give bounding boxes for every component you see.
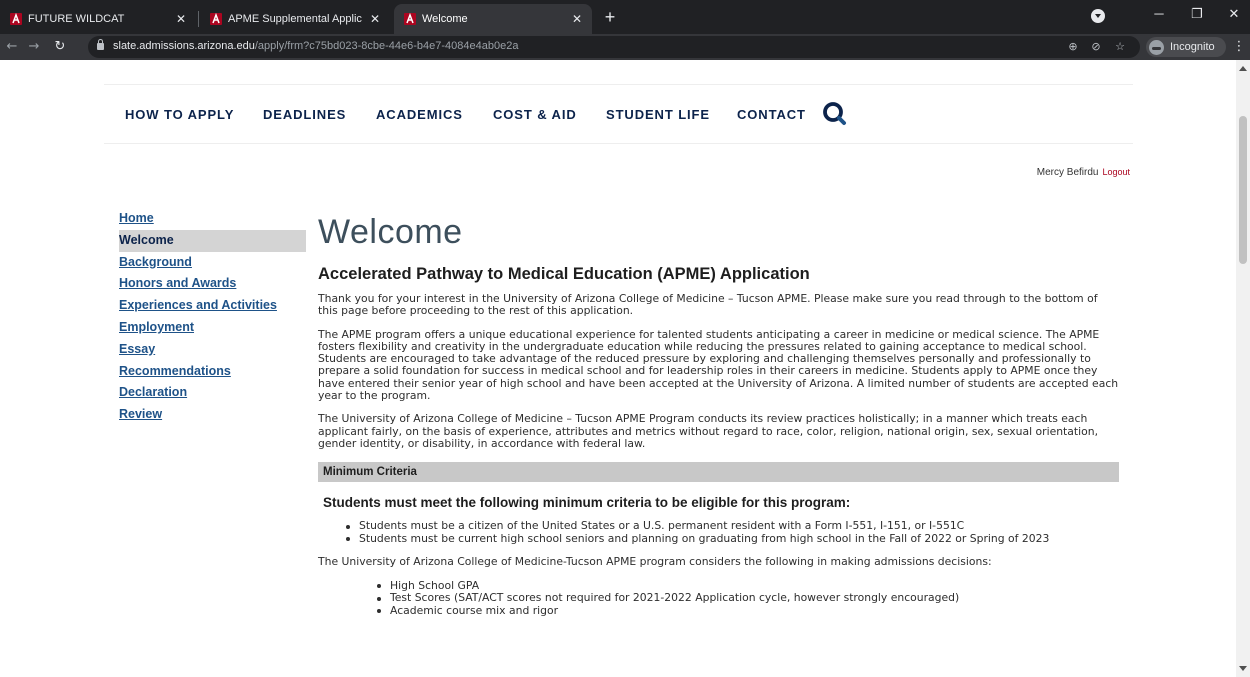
tab-title: APME Supplemental Application bbox=[228, 13, 362, 25]
browser-toolbar: ← → ↻ slate.admissions.arizona.edu/apply… bbox=[0, 34, 1250, 60]
user-name: Mercy Befirdu bbox=[1036, 167, 1099, 178]
criteria-heading: Students must meet the following minimum… bbox=[323, 495, 851, 511]
lock-icon bbox=[97, 39, 104, 50]
logout-link[interactable]: Logout bbox=[1102, 167, 1130, 177]
page-viewport: HOW TO APPLY DEADLINES ACADEMICS COST & … bbox=[0, 60, 1250, 677]
application-heading: Accelerated Pathway to Medical Education… bbox=[318, 265, 810, 283]
nav-cost-aid[interactable]: COST & AID bbox=[493, 107, 577, 122]
list-item: Students must be a citizen of the United… bbox=[346, 520, 1119, 533]
incognito-label: Incognito bbox=[1170, 41, 1215, 53]
sidebar-item-home[interactable]: Home bbox=[119, 208, 306, 230]
url-host: slate.admissions.arizona.edu bbox=[113, 40, 255, 52]
program-description: The APME program offers a unique educati… bbox=[318, 327, 1119, 403]
page-scrollbar[interactable] bbox=[1236, 60, 1250, 677]
window-close-icon[interactable]: ✕ bbox=[1214, 0, 1250, 30]
sidebar-item-declaration[interactable]: Declaration bbox=[119, 382, 306, 404]
close-icon[interactable]: ✕ bbox=[368, 12, 382, 26]
search-icon[interactable] bbox=[822, 101, 848, 127]
arizona-a-icon bbox=[404, 13, 416, 25]
close-icon[interactable]: ✕ bbox=[174, 12, 188, 26]
sidebar-item-experiences-activities[interactable]: Experiences and Activities bbox=[119, 295, 306, 317]
sidebar-item-recommendations[interactable]: Recommendations bbox=[119, 361, 306, 383]
url-path: /apply/frm?c75bd023-8cbe-44e6-b4e7-4084e… bbox=[254, 40, 519, 52]
back-icon[interactable]: ← bbox=[2, 36, 22, 58]
considerations-list: High School GPA Test Scores (SAT/ACT sco… bbox=[318, 579, 1119, 618]
sidebar-item-background[interactable]: Background bbox=[119, 252, 306, 274]
incognito-profile-button[interactable]: Incognito bbox=[1146, 37, 1226, 57]
browser-tab-future-wildcat[interactable]: FUTURE WILDCAT ✕ bbox=[0, 4, 196, 34]
sidebar-item-welcome[interactable]: Welcome bbox=[119, 229, 306, 252]
browser-tab-apme-supplemental[interactable]: APME Supplemental Application ✕ bbox=[200, 4, 390, 34]
url-text[interactable]: slate.admissions.arizona.edu/apply/frm?c… bbox=[113, 40, 518, 52]
sidebar-item-essay[interactable]: Essay bbox=[119, 339, 306, 361]
incognito-icon bbox=[1149, 39, 1164, 55]
minimize-icon[interactable]: ─ bbox=[1139, 0, 1179, 30]
sidebar-item-review[interactable]: Review bbox=[119, 404, 306, 426]
tracking-blocked-icon[interactable]: ⊘ bbox=[1088, 39, 1104, 55]
page-title: Welcome bbox=[318, 213, 463, 251]
nav-student-life[interactable]: STUDENT LIFE bbox=[606, 107, 710, 122]
user-status: Mercy Befirdu Logout bbox=[1037, 167, 1130, 178]
zoom-icon[interactable]: ⊕ bbox=[1065, 39, 1081, 55]
list-item: Academic course mix and rigor bbox=[377, 604, 1119, 618]
address-bar[interactable]: slate.admissions.arizona.edu/apply/frm?c… bbox=[88, 36, 1140, 58]
tab-title: Welcome bbox=[422, 13, 468, 25]
arizona-a-icon bbox=[210, 13, 222, 25]
intro-paragraph: Thank you for your interest in the Unive… bbox=[318, 292, 1098, 318]
scrollbar-thumb[interactable] bbox=[1239, 116, 1247, 264]
browser-tab-strip: FUTURE WILDCAT ✕ APME Supplemental Appli… bbox=[0, 0, 1250, 34]
browser-tab-welcome[interactable]: Welcome ✕ bbox=[394, 4, 592, 34]
review-policy: The University of Arizona College of Med… bbox=[318, 412, 1099, 450]
nav-how-to-apply[interactable]: HOW TO APPLY bbox=[125, 107, 234, 122]
arizona-a-icon bbox=[10, 13, 22, 25]
bookmark-star-icon[interactable]: ☆ bbox=[1112, 39, 1128, 55]
main-content: Welcome Accelerated Pathway to Medical E… bbox=[318, 208, 1119, 618]
sidebar-item-employment[interactable]: Employment bbox=[119, 317, 306, 339]
close-icon[interactable]: ✕ bbox=[570, 12, 584, 26]
section-header-minimum-criteria: Minimum Criteria bbox=[318, 462, 1119, 483]
restore-icon[interactable]: ❐ bbox=[1177, 0, 1217, 30]
new-tab-button[interactable]: + bbox=[598, 6, 622, 30]
site-nav: HOW TO APPLY DEADLINES ACADEMICS COST & … bbox=[104, 84, 1133, 144]
criteria-list: Students must be a citizen of the United… bbox=[318, 520, 1119, 545]
list-item: Students must be current high school sen… bbox=[346, 532, 1119, 546]
scroll-down-icon[interactable] bbox=[1239, 666, 1247, 671]
forward-icon[interactable]: → bbox=[24, 36, 44, 58]
considerations-intro: The University of Arizona College of Med… bbox=[318, 555, 992, 569]
browser-menu-icon[interactable]: ⋮ bbox=[1232, 37, 1246, 57]
sidebar-item-honors-awards[interactable]: Honors and Awards bbox=[119, 273, 306, 295]
scroll-up-icon[interactable] bbox=[1239, 66, 1247, 71]
reload-icon[interactable]: ↻ bbox=[50, 36, 70, 58]
nav-contact[interactable]: CONTACT bbox=[737, 107, 806, 122]
tab-separator bbox=[198, 11, 199, 27]
tab-title: FUTURE WILDCAT bbox=[28, 13, 125, 25]
nav-academics[interactable]: ACADEMICS bbox=[376, 107, 463, 122]
tab-search-icon[interactable] bbox=[1091, 9, 1105, 23]
sidebar-nav: Home Welcome Background Honors and Award… bbox=[119, 208, 306, 426]
nav-deadlines[interactable]: DEADLINES bbox=[263, 107, 346, 122]
